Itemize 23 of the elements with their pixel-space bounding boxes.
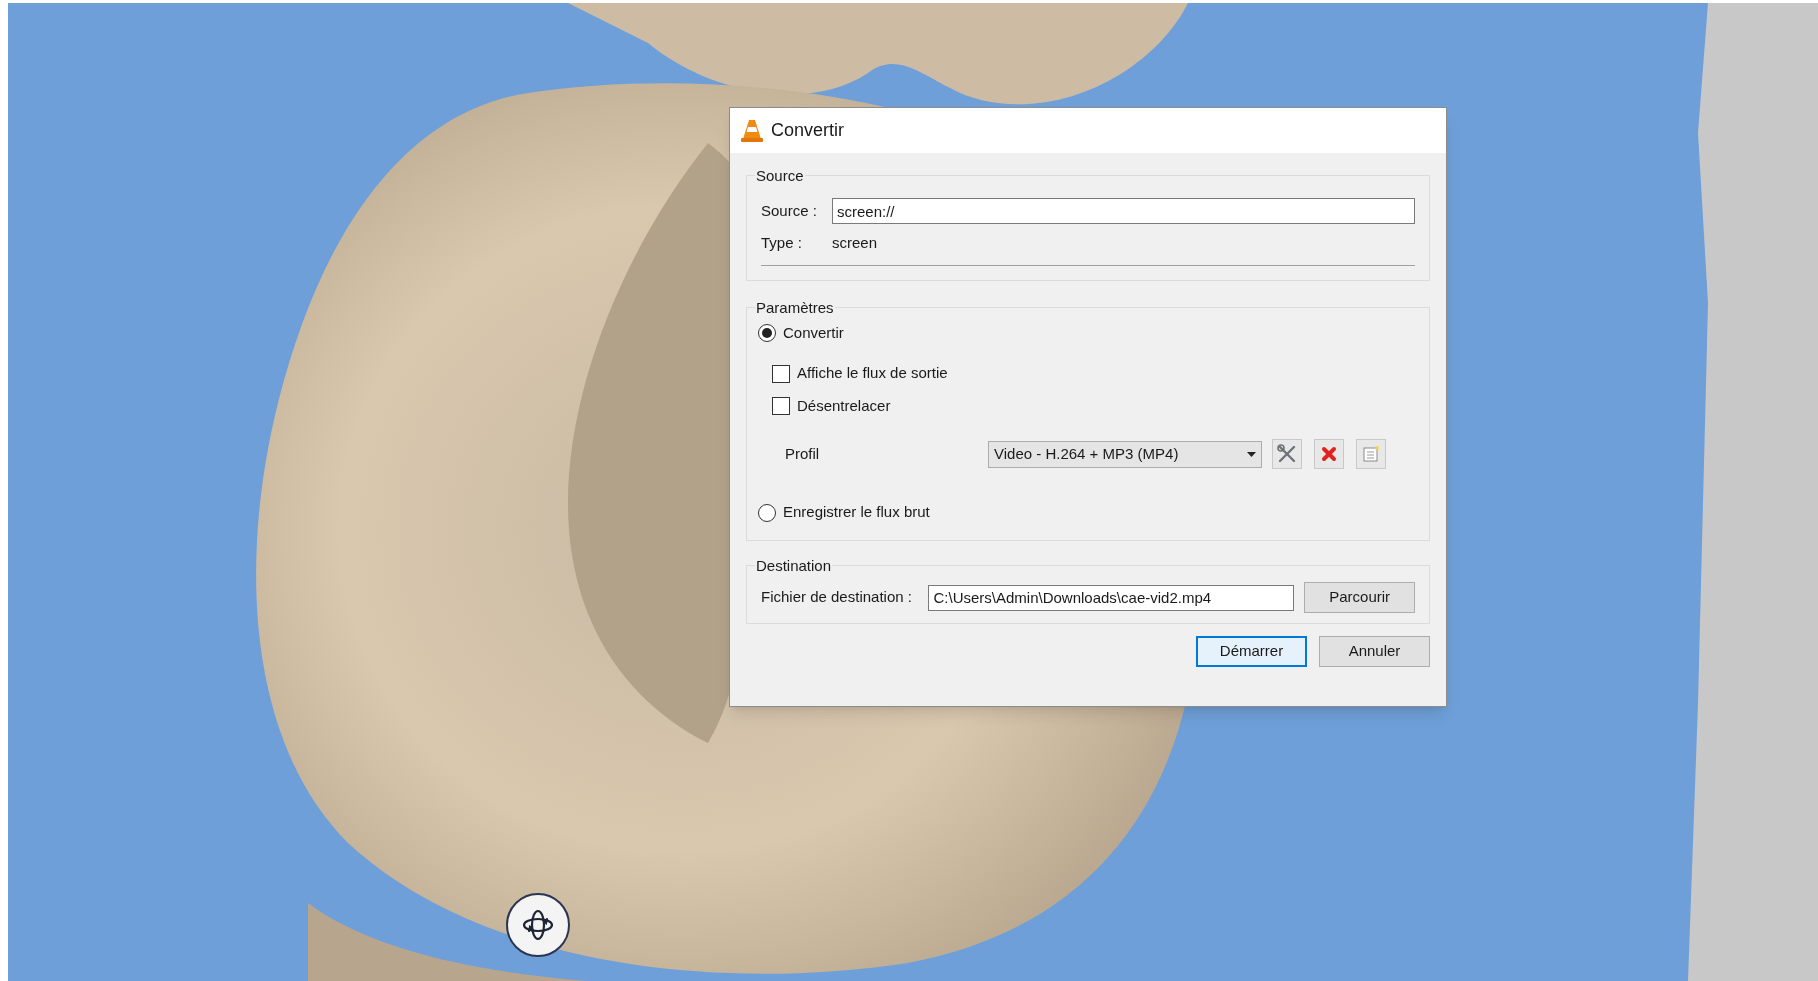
radio-option[interactable]: Enregistrer le flux brut xyxy=(758,501,930,524)
document-icon xyxy=(1363,446,1379,463)
checkbox-option[interactable]: Désentrelacer xyxy=(772,394,891,418)
dropdown-arrow-icon xyxy=(1247,451,1256,457)
delete-icon xyxy=(1321,446,1337,463)
type-value: screen xyxy=(832,233,878,253)
field-label: Fichier de destination : xyxy=(761,587,913,608)
traffic-cone-icon xyxy=(741,118,763,143)
dialog-button[interactable]: Annuler xyxy=(1319,636,1430,667)
checkbox-option[interactable]: Affiche le flux de sortie xyxy=(772,362,948,385)
field-label: Source : xyxy=(761,200,818,221)
profile-label: Profil xyxy=(785,444,821,464)
profile-dropdown[interactable]: Video - H.264 + MP3 (MP4) xyxy=(988,440,1262,468)
radio-option[interactable]: Convertir xyxy=(758,321,844,344)
delete-profile-button[interactable] xyxy=(1314,439,1344,470)
destination-field[interactable]: C:\Users\Admin\Downloads\cae-vid2.mp4 xyxy=(928,584,1295,611)
window-title: Convertir xyxy=(771,119,845,142)
edit-profile-button[interactable] xyxy=(1272,439,1302,470)
rotate-3d-icon xyxy=(521,908,555,942)
source-field[interactable]: screen:// xyxy=(832,198,1415,224)
browse-button[interactable]: Parcourir xyxy=(1304,582,1415,613)
dialog-button[interactable]: Démarrer xyxy=(1196,636,1307,667)
field-label: Type : xyxy=(761,233,803,253)
